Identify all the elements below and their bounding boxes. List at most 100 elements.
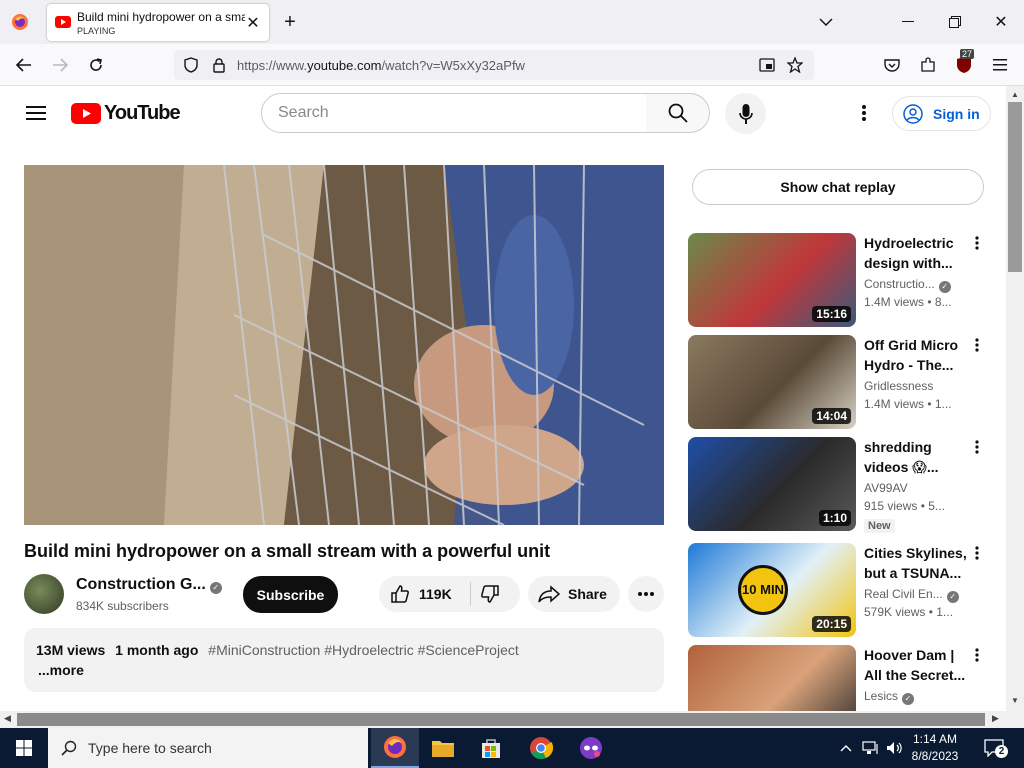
recommendation-item[interactable]: 10 MIN 20:15 Cities Skylines, but a TSUN… [688,543,988,639]
recommendation-thumbnail[interactable]: 10 MIN 20:15 [688,543,856,637]
like-count: 119K [419,586,452,602]
store-bag-icon [482,739,500,758]
recommendation-channel[interactable]: Constructio... ✓ [864,277,968,293]
description-box[interactable]: 13M views 1 month ago #MiniConstruction … [24,628,664,692]
show-hidden-icons-chevron-icon[interactable] [838,738,854,758]
channel-avatar[interactable] [24,574,64,614]
close-tab-icon[interactable]: ✕ [243,13,263,33]
notification-center-icon[interactable]: 2 [982,737,1008,759]
scroll-up-icon[interactable]: ▲ [1011,90,1019,99]
taskbar-vpn-app[interactable] [567,728,615,768]
voice-search-button[interactable] [725,93,766,134]
recommendation-thumbnail[interactable] [688,645,856,711]
taskbar-file-explorer-app[interactable] [419,728,467,768]
search-input[interactable]: Search [261,93,647,133]
recommendation-thumbnail[interactable]: 14:04 [688,335,856,429]
pocket-icon[interactable] [880,53,904,77]
picture-in-picture-icon[interactable] [758,56,776,74]
recommendation-more-icon[interactable] [970,645,984,665]
search-button[interactable] [646,93,710,133]
recommendation-title[interactable]: Hoover Dam | All the Secret... [864,645,968,685]
recommendation-title[interactable]: shredding videos 😱... [864,437,968,477]
recommendation-item[interactable]: 15:16 Hydroelectric design with... Const… [688,233,988,329]
ublock-shield-icon[interactable]: 27 [952,49,976,77]
taskbar-chrome-app[interactable] [517,728,565,768]
hashtags[interactable]: #MiniConstruction #Hydroelectric #Scienc… [208,642,518,658]
recommendation-more-icon[interactable] [970,437,984,457]
share-button[interactable]: Share [528,576,620,612]
recommendation-title[interactable]: Off Grid Micro Hydro - The... [864,335,968,375]
more-options-icon[interactable] [852,101,876,125]
close-window-icon[interactable]: ✕ [989,10,1013,34]
back-arrow-icon[interactable] [12,53,36,77]
recommendation-more-icon[interactable] [970,335,984,355]
reload-icon[interactable] [84,53,108,77]
forward-arrow-icon[interactable] [48,53,72,77]
recommendation-meta: 579K views • 1... [864,605,953,619]
recommendation-channel[interactable]: Gridlessness [864,379,968,393]
new-tab-icon[interactable]: + [278,10,302,34]
volume-icon[interactable] [884,738,906,758]
sign-in-button[interactable]: Sign in [892,96,991,131]
scroll-right-icon[interactable]: ▶ [992,713,999,724]
recommendation-channel[interactable]: Lesics ✓ [864,689,968,705]
youtube-logo[interactable]: YouTube [71,101,181,125]
recommendation-item[interactable]: 1:10 shredding videos 😱... AV99AV 915 vi… [688,437,988,533]
verified-badge-icon: ✓ [902,693,915,705]
scroll-down-icon[interactable]: ▼ [1011,696,1019,705]
recommendation-item[interactable]: 14:04 Off Grid Micro Hydro - The... Grid… [688,335,988,431]
network-icon[interactable] [860,738,882,758]
horizontal-scroll-thumb[interactable] [17,713,985,726]
channel-name[interactable]: Construction G... ✓ [76,576,222,594]
browser-nav-bar: https://www.youtube.com/watch?v=W5xXy32a… [0,44,1024,86]
url-bar[interactable]: https://www.youtube.com/watch?v=W5xXy32a… [174,50,814,80]
like-dislike-group: 119K [379,576,520,612]
scroll-left-icon[interactable]: ◀ [4,713,11,724]
guide-menu-icon[interactable] [22,99,50,127]
youtube-logo-text: YouTube [104,101,181,124]
minimize-window-icon[interactable] [896,10,920,34]
restore-window-icon[interactable] [943,10,967,34]
shield-icon[interactable] [182,56,200,74]
show-more-link[interactable]: ...more [38,662,84,678]
recommendation-title[interactable]: Hydroelectric design with... [864,233,968,273]
firefox-menu-icon[interactable] [8,10,32,34]
recommendation-thumbnail[interactable]: 15:16 [688,233,856,327]
recommendation-title[interactable]: Cities Skylines, but a TSUNA... [864,543,968,583]
recommendation-more-icon[interactable] [970,233,984,253]
system-clock[interactable]: 1:14 AM 8/8/2023 [905,731,965,765]
bookmark-star-icon[interactable] [786,56,804,74]
recommendation-channel[interactable]: Real Civil En... ✓ [864,587,968,603]
start-button[interactable] [0,728,48,768]
chevron-down-icon[interactable] [814,10,838,34]
recommendation-item[interactable]: Hoover Dam | All the Secret... Lesics ✓ [688,645,988,711]
lock-icon[interactable] [210,56,228,74]
extensions-puzzle-icon[interactable] [916,53,940,77]
show-chat-replay-button[interactable]: Show chat replay [692,169,984,205]
taskbar-firefox-app[interactable] [371,728,419,768]
horizontal-scrollbar[interactable]: ◀ ▶ [0,711,1006,728]
recommendation-channel[interactable]: AV99AV [864,481,968,495]
account-circle-icon [903,104,923,124]
browser-tab-active[interactable]: Build mini hydropower on a small stream … [47,4,269,41]
url-text[interactable]: https://www.youtube.com/watch?v=W5xXy32a… [237,58,525,73]
video-player[interactable] [24,165,664,525]
recommendation-meta: 915 views • 5... [864,499,945,513]
recommendation-meta: 1.4M views • 1... [864,397,952,411]
more-actions-button[interactable] [628,576,664,612]
vertical-scroll-thumb[interactable] [1008,102,1022,272]
taskbar-search-box[interactable]: Type here to search [48,728,368,768]
subscribe-button[interactable]: Subscribe [243,576,338,613]
hamburger-menu-icon[interactable] [988,53,1012,77]
recommendation-more-icon[interactable] [970,543,984,563]
taskbar-store-app[interactable] [467,728,515,768]
like-button[interactable] [389,584,411,604]
recommendation-thumbnail[interactable]: 1:10 [688,437,856,531]
vertical-scrollbar[interactable]: ▲ ▼ [1006,86,1024,711]
view-count: 13M views [36,642,106,658]
new-badge: New [864,519,895,533]
duration-badge: 20:15 [812,616,851,632]
dislike-button[interactable] [479,584,501,604]
taskbar-search-icon [60,739,78,757]
youtube-favicon-icon [55,14,71,30]
